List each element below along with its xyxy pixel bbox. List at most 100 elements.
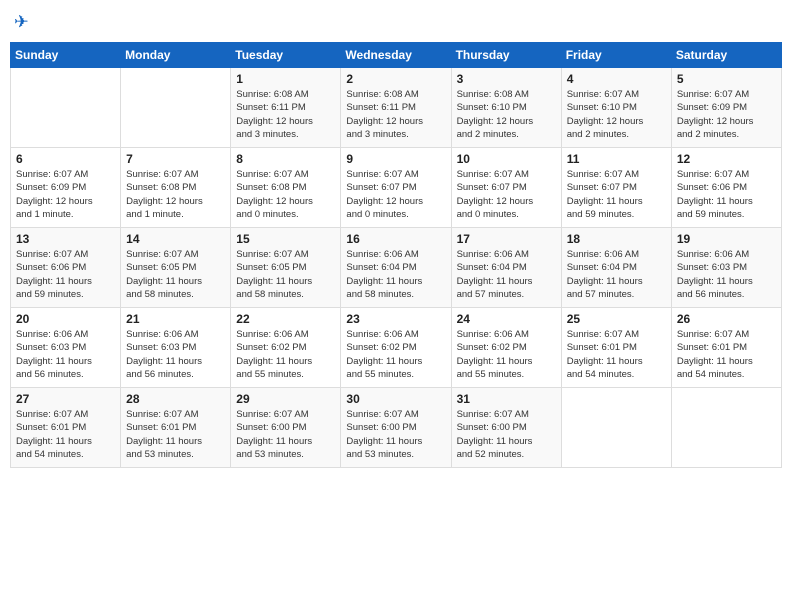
day-number: 26 — [677, 312, 776, 326]
day-info: Sunrise: 6:07 AM Sunset: 6:07 PM Dayligh… — [457, 168, 556, 221]
day-info: Sunrise: 6:07 AM Sunset: 6:01 PM Dayligh… — [567, 328, 666, 381]
day-info: Sunrise: 6:07 AM Sunset: 6:05 PM Dayligh… — [236, 248, 335, 301]
day-info: Sunrise: 6:07 AM Sunset: 6:01 PM Dayligh… — [126, 408, 225, 461]
day-number: 29 — [236, 392, 335, 406]
header-sunday: Sunday — [11, 43, 121, 68]
calendar-cell: 20 Sunrise: 6:06 AM Sunset: 6:03 PM Dayli… — [11, 308, 121, 388]
day-info: Sunrise: 6:07 AM Sunset: 6:07 PM Dayligh… — [346, 168, 445, 221]
day-info: Sunrise: 6:08 AM Sunset: 6:11 PM Dayligh… — [236, 88, 335, 141]
week-row-2: 6 Sunrise: 6:07 AM Sunset: 6:09 PM Daylig… — [11, 148, 782, 228]
calendar-cell: 23 Sunrise: 6:06 AM Sunset: 6:02 PM Dayli… — [341, 308, 451, 388]
calendar-cell: 9 Sunrise: 6:07 AM Sunset: 6:07 PM Daylig… — [341, 148, 451, 228]
calendar-cell: 2Sunrise: 6:08 AM Sunset: 6:11 PM Daylig… — [341, 68, 451, 148]
logo: ✈ — [14, 10, 42, 34]
day-info: Sunrise: 6:06 AM Sunset: 6:02 PM Dayligh… — [346, 328, 445, 381]
week-row-4: 20 Sunrise: 6:06 AM Sunset: 6:03 PM Dayli… — [11, 308, 782, 388]
calendar-cell: 24 Sunrise: 6:06 AM Sunset: 6:02 PM Dayli… — [451, 308, 561, 388]
day-number: 30 — [346, 392, 445, 406]
calendar-cell: 21 Sunrise: 6:06 AM Sunset: 6:03 PM Dayli… — [121, 308, 231, 388]
week-row-5: 27 Sunrise: 6:07 AM Sunset: 6:01 PM Dayli… — [11, 388, 782, 468]
day-info: Sunrise: 6:07 AM Sunset: 6:08 PM Dayligh… — [236, 168, 335, 221]
calendar-cell: 6 Sunrise: 6:07 AM Sunset: 6:09 PM Daylig… — [11, 148, 121, 228]
day-number: 17 — [457, 232, 556, 246]
day-number: 23 — [346, 312, 445, 326]
calendar-cell: 31 Sunrise: 6:07 AM Sunset: 6:00 PM Dayli… — [451, 388, 561, 468]
day-number: 15 — [236, 232, 335, 246]
day-number: 31 — [457, 392, 556, 406]
calendar-cell: 15 Sunrise: 6:07 AM Sunset: 6:05 PM Dayli… — [231, 228, 341, 308]
day-number: 7 — [126, 152, 225, 166]
day-info: Sunrise: 6:07 AM Sunset: 6:00 PM Dayligh… — [236, 408, 335, 461]
day-number: 8 — [236, 152, 335, 166]
header-wednesday: Wednesday — [341, 43, 451, 68]
day-number: 28 — [126, 392, 225, 406]
calendar-cell: 28 Sunrise: 6:07 AM Sunset: 6:01 PM Dayli… — [121, 388, 231, 468]
calendar-cell: 13 Sunrise: 6:07 AM Sunset: 6:06 PM Dayli… — [11, 228, 121, 308]
day-number: 12 — [677, 152, 776, 166]
calendar-cell: 30Sunrise: 6:07 AM Sunset: 6:00 PM Dayli… — [341, 388, 451, 468]
day-info: Sunrise: 6:07 AM Sunset: 6:10 PM Dayligh… — [567, 88, 666, 141]
page-header: ✈ — [10, 10, 782, 34]
day-info: Sunrise: 6:08 AM Sunset: 6:10 PM Dayligh… — [457, 88, 556, 141]
calendar-cell: 14 Sunrise: 6:07 AM Sunset: 6:05 PM Dayli… — [121, 228, 231, 308]
day-info: Sunrise: 6:08 AM Sunset: 6:11 PM Dayligh… — [346, 88, 445, 141]
week-row-3: 13 Sunrise: 6:07 AM Sunset: 6:06 PM Dayli… — [11, 228, 782, 308]
day-info: Sunrise: 6:06 AM Sunset: 6:04 PM Dayligh… — [346, 248, 445, 301]
day-info: Sunrise: 6:06 AM Sunset: 6:04 PM Dayligh… — [567, 248, 666, 301]
calendar-cell: 17 Sunrise: 6:06 AM Sunset: 6:04 PM Dayli… — [451, 228, 561, 308]
week-row-1: 1 Sunrise: 6:08 AM Sunset: 6:11 PM Daylig… — [11, 68, 782, 148]
day-number: 4 — [567, 72, 666, 86]
day-number: 1 — [236, 72, 335, 86]
header-monday: Monday — [121, 43, 231, 68]
day-number: 14 — [126, 232, 225, 246]
calendar-cell: 4 Sunrise: 6:07 AM Sunset: 6:10 PM Daylig… — [561, 68, 671, 148]
calendar-cell — [121, 68, 231, 148]
day-info: Sunrise: 6:07 AM Sunset: 6:09 PM Dayligh… — [677, 88, 776, 141]
day-number: 27 — [16, 392, 115, 406]
day-number: 20 — [16, 312, 115, 326]
calendar-cell: 27 Sunrise: 6:07 AM Sunset: 6:01 PM Dayli… — [11, 388, 121, 468]
calendar-cell: 29 Sunrise: 6:07 AM Sunset: 6:00 PM Dayli… — [231, 388, 341, 468]
day-info: Sunrise: 6:06 AM Sunset: 6:03 PM Dayligh… — [126, 328, 225, 381]
day-info: Sunrise: 6:07 AM Sunset: 6:01 PM Dayligh… — [677, 328, 776, 381]
day-info: Sunrise: 6:07 AM Sunset: 6:06 PM Dayligh… — [16, 248, 115, 301]
day-info: Sunrise: 6:07 AM Sunset: 6:09 PM Dayligh… — [16, 168, 115, 221]
day-info: Sunrise: 6:07 AM Sunset: 6:00 PM Dayligh… — [457, 408, 556, 461]
day-number: 9 — [346, 152, 445, 166]
calendar-cell: 5Sunrise: 6:07 AM Sunset: 6:09 PM Daylig… — [671, 68, 781, 148]
calendar-cell: 11Sunrise: 6:07 AM Sunset: 6:07 PM Dayli… — [561, 148, 671, 228]
logo-icon: ✈ — [14, 10, 38, 34]
calendar-cell: 16 Sunrise: 6:06 AM Sunset: 6:04 PM Dayli… — [341, 228, 451, 308]
day-info: Sunrise: 6:06 AM Sunset: 6:03 PM Dayligh… — [16, 328, 115, 381]
day-number: 25 — [567, 312, 666, 326]
calendar-cell: 22 Sunrise: 6:06 AM Sunset: 6:02 PM Dayli… — [231, 308, 341, 388]
day-info: Sunrise: 6:07 AM Sunset: 6:05 PM Dayligh… — [126, 248, 225, 301]
header-saturday: Saturday — [671, 43, 781, 68]
day-number: 22 — [236, 312, 335, 326]
day-info: Sunrise: 6:06 AM Sunset: 6:03 PM Dayligh… — [677, 248, 776, 301]
day-info: Sunrise: 6:06 AM Sunset: 6:02 PM Dayligh… — [236, 328, 335, 381]
calendar-cell: 25 Sunrise: 6:07 AM Sunset: 6:01 PM Dayli… — [561, 308, 671, 388]
svg-text:✈: ✈ — [14, 12, 29, 32]
day-number: 16 — [346, 232, 445, 246]
calendar-cell — [11, 68, 121, 148]
day-number: 21 — [126, 312, 225, 326]
day-number: 19 — [677, 232, 776, 246]
day-number: 24 — [457, 312, 556, 326]
calendar-cell — [561, 388, 671, 468]
day-number: 13 — [16, 232, 115, 246]
calendar-cell: 10Sunrise: 6:07 AM Sunset: 6:07 PM Dayli… — [451, 148, 561, 228]
header-tuesday: Tuesday — [231, 43, 341, 68]
calendar-cell: 19 Sunrise: 6:06 AM Sunset: 6:03 PM Dayli… — [671, 228, 781, 308]
day-info: Sunrise: 6:07 AM Sunset: 6:06 PM Dayligh… — [677, 168, 776, 221]
day-number: 6 — [16, 152, 115, 166]
day-info: Sunrise: 6:07 AM Sunset: 6:01 PM Dayligh… — [16, 408, 115, 461]
day-number: 11 — [567, 152, 666, 166]
day-info: Sunrise: 6:06 AM Sunset: 6:02 PM Dayligh… — [457, 328, 556, 381]
calendar-header-row: SundayMondayTuesdayWednesdayThursdayFrid… — [11, 43, 782, 68]
calendar-cell: 18Sunrise: 6:06 AM Sunset: 6:04 PM Dayli… — [561, 228, 671, 308]
day-info: Sunrise: 6:06 AM Sunset: 6:04 PM Dayligh… — [457, 248, 556, 301]
calendar-cell — [671, 388, 781, 468]
calendar-cell: 12 Sunrise: 6:07 AM Sunset: 6:06 PM Dayli… — [671, 148, 781, 228]
day-number: 3 — [457, 72, 556, 86]
